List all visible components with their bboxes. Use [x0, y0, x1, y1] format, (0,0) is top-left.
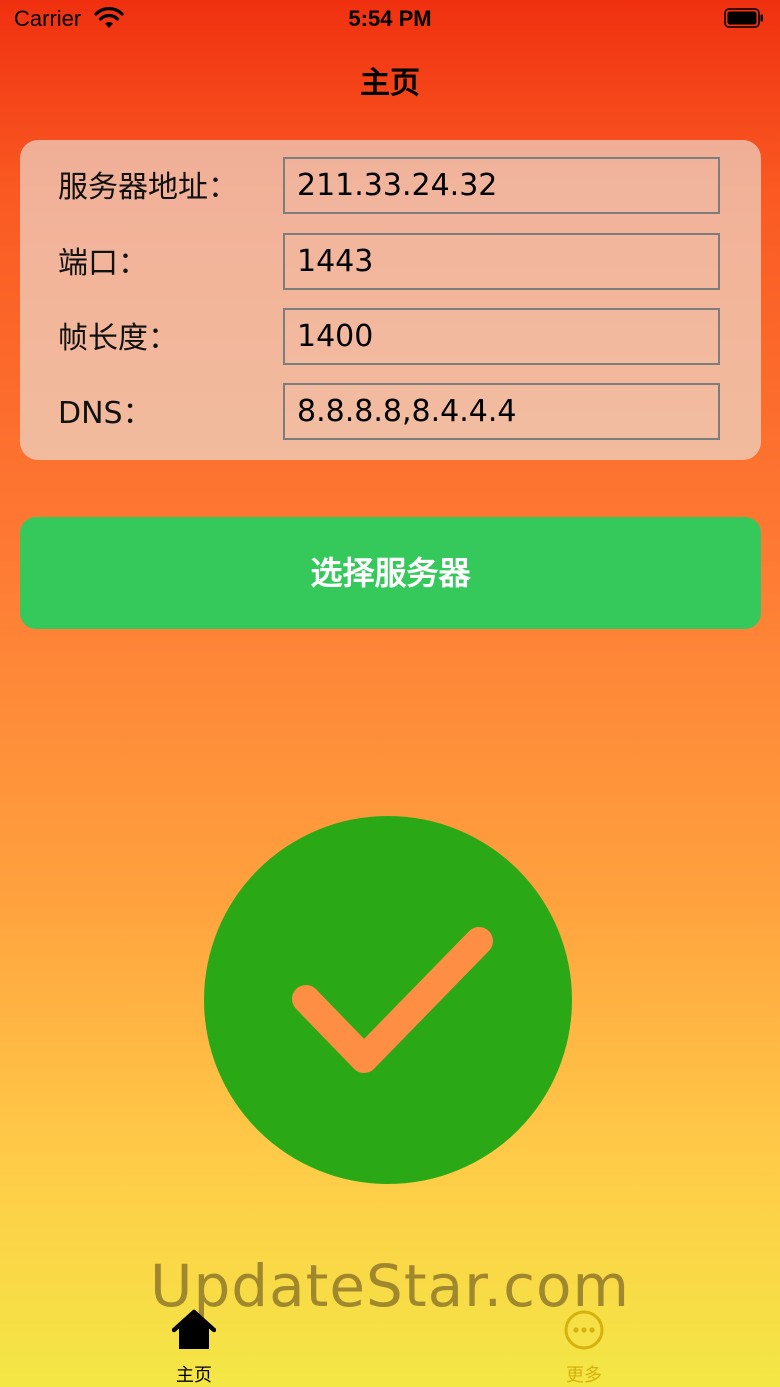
port-label: 端口：: [58, 246, 148, 281]
tab-home[interactable]: 主页: [134, 1300, 254, 1387]
tab-more[interactable]: 更多: [524, 1300, 644, 1387]
server-address-label: 服务器地址：: [58, 170, 238, 205]
status-bar: Carrier 5:54 PM: [0, 0, 780, 40]
more-icon: [564, 1310, 604, 1350]
server-address-field[interactable]: 211.33.24.32: [283, 157, 720, 214]
page-title: 主页: [360, 66, 420, 101]
select-server-button[interactable]: 选择服务器: [20, 517, 761, 629]
frame-length-label: 帧长度：: [58, 321, 178, 356]
dns-field[interactable]: 8.8.8.8,8.4.4.4: [283, 383, 720, 440]
tab-bar: 主页 更多: [0, 1300, 780, 1387]
server-settings-card: 服务器地址： 211.33.24.32 端口： 1443 帧长度： 1400 D…: [20, 140, 761, 460]
frame-length-field[interactable]: 1400: [283, 308, 720, 365]
status-circle: [204, 816, 572, 1184]
home-icon: [172, 1309, 216, 1349]
port-field[interactable]: 1443: [283, 233, 720, 290]
dns-label: DNS：: [58, 396, 153, 431]
clock: 5:54 PM: [348, 6, 432, 31]
connection-status-button[interactable]: [203, 815, 573, 1185]
battery-icon: [724, 8, 763, 28]
tab-more-label: 更多: [566, 1365, 602, 1386]
tab-home-label: 主页: [176, 1365, 212, 1386]
